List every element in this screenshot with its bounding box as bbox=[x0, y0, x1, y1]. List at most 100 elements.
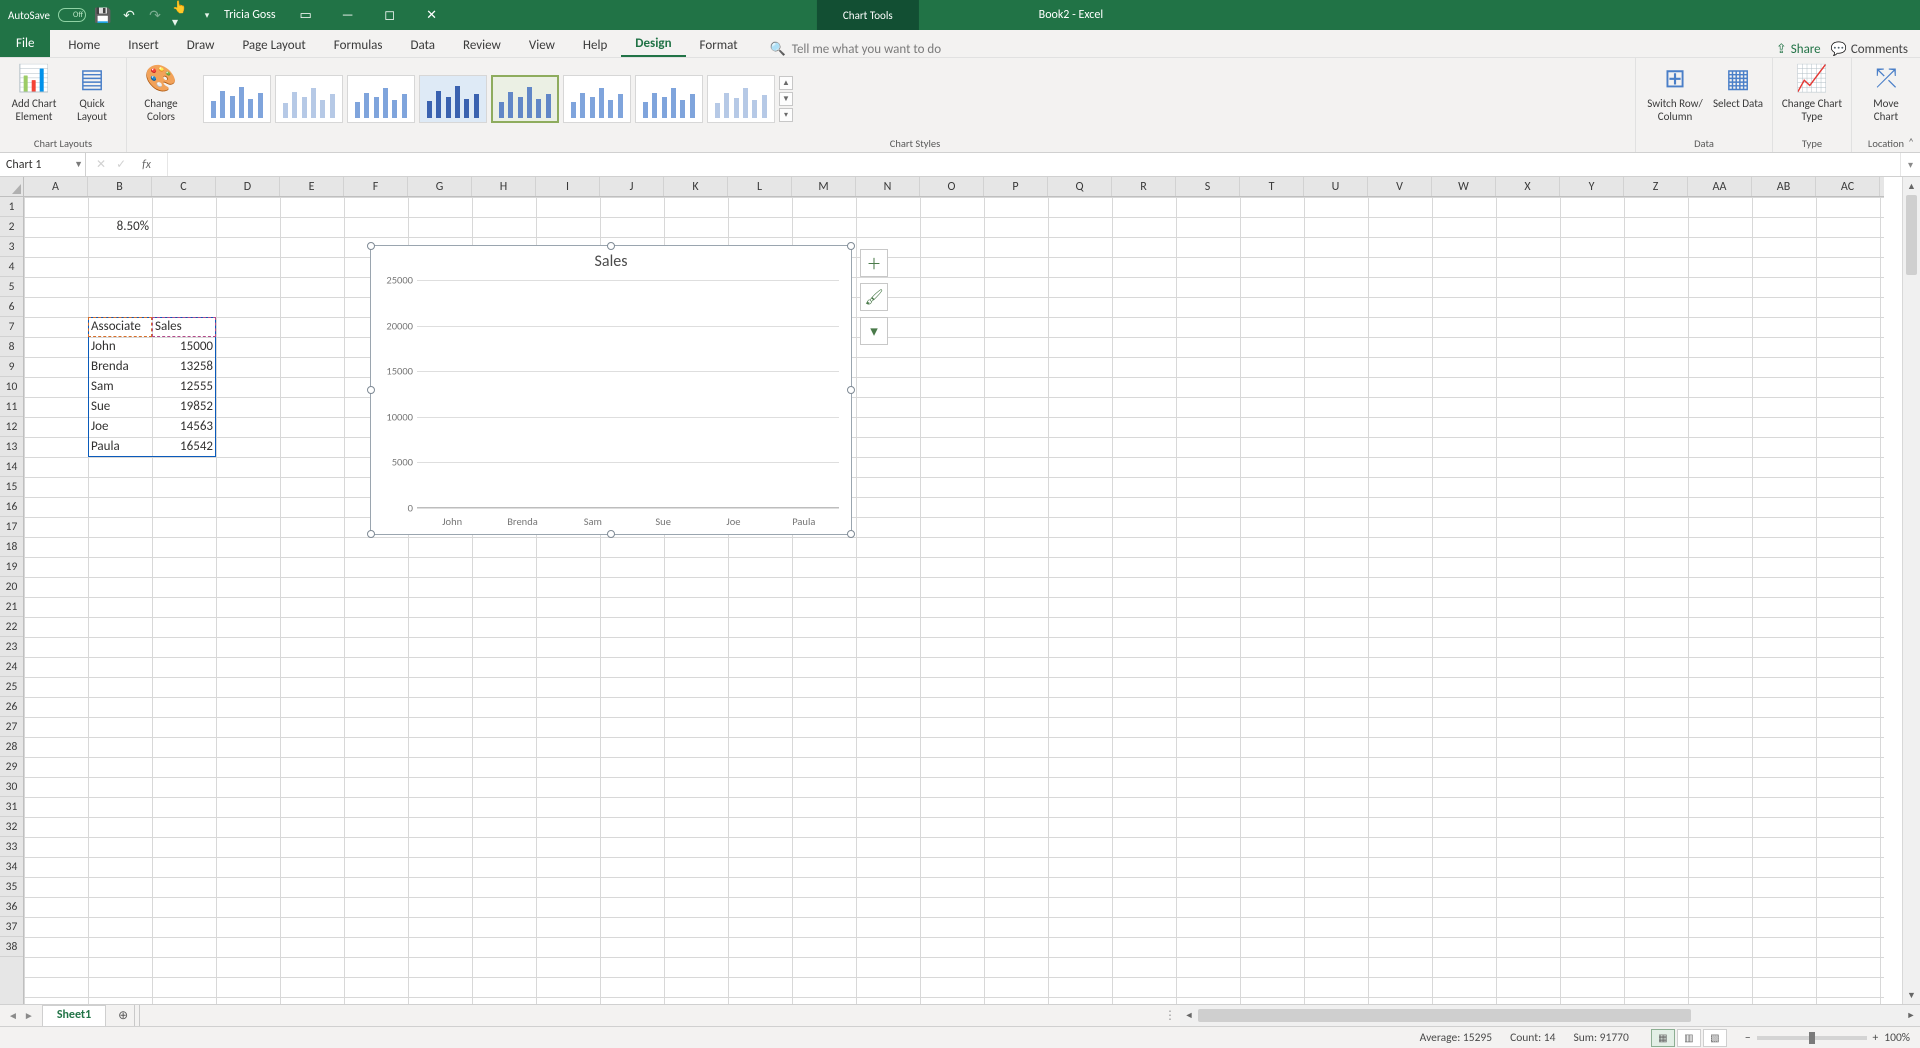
redo-icon[interactable]: ↷ bbox=[146, 6, 164, 24]
gallery-down-icon[interactable]: ▼ bbox=[779, 92, 793, 106]
column-header-N[interactable]: N bbox=[856, 177, 920, 196]
cell-B9[interactable]: Brenda bbox=[88, 357, 152, 377]
autosave-toggle[interactable]: Off bbox=[58, 8, 86, 22]
zoom-out-button[interactable]: − bbox=[1745, 1031, 1751, 1045]
view-normal-icon[interactable]: ▦ bbox=[1651, 1029, 1675, 1047]
tab-insert[interactable]: Insert bbox=[114, 32, 173, 57]
gallery-up-icon[interactable]: ▲ bbox=[779, 76, 793, 90]
switch-row-column-button[interactable]: ⊞ Switch Row/ Column bbox=[1644, 62, 1706, 123]
undo-icon[interactable]: ↶ bbox=[120, 6, 138, 24]
column-header-C[interactable]: C bbox=[152, 177, 216, 196]
chart-style-2[interactable] bbox=[275, 75, 343, 123]
prev-sheet-icon[interactable]: ◄ bbox=[8, 1009, 18, 1022]
row-header-23[interactable]: 23 bbox=[0, 637, 23, 657]
resize-handle-sw[interactable] bbox=[367, 530, 375, 538]
scroll-down-icon[interactable]: ▼ bbox=[1903, 986, 1920, 1004]
row-header-28[interactable]: 28 bbox=[0, 737, 23, 757]
collapse-ribbon-icon[interactable]: ˄ bbox=[1908, 136, 1914, 149]
add-chart-element-button[interactable]: 📊 Add Chart Element bbox=[8, 62, 60, 123]
chart-elements-button[interactable]: ＋ bbox=[860, 249, 888, 277]
close-icon[interactable]: ✕ bbox=[414, 0, 450, 30]
row-header-15[interactable]: 15 bbox=[0, 477, 23, 497]
row-header-16[interactable]: 16 bbox=[0, 497, 23, 517]
cell-B8[interactable]: John bbox=[88, 337, 152, 357]
view-page-layout-icon[interactable]: ▥ bbox=[1677, 1029, 1701, 1047]
resize-handle-s[interactable] bbox=[607, 530, 615, 538]
row-header-1[interactable]: 1 bbox=[0, 197, 23, 217]
cell-C13[interactable]: 16542 bbox=[152, 437, 216, 457]
row-header-30[interactable]: 30 bbox=[0, 777, 23, 797]
chart-style-4[interactable] bbox=[419, 75, 487, 123]
comments-button[interactable]: 💬Comments bbox=[1831, 42, 1908, 57]
row-header-17[interactable]: 17 bbox=[0, 517, 23, 537]
column-header-K[interactable]: K bbox=[664, 177, 728, 196]
chart-plot-area[interactable]: 0500010000150002000025000 bbox=[417, 280, 839, 508]
column-header-O[interactable]: O bbox=[920, 177, 984, 196]
column-header-F[interactable]: F bbox=[344, 177, 408, 196]
row-header-26[interactable]: 26 bbox=[0, 697, 23, 717]
resize-handle-w[interactable] bbox=[367, 386, 375, 394]
row-header-9[interactable]: 9 bbox=[0, 357, 23, 377]
resize-handle-e[interactable] bbox=[847, 386, 855, 394]
zoom-thumb[interactable] bbox=[1809, 1032, 1815, 1044]
select-data-button[interactable]: ▦ Select Data bbox=[1712, 62, 1764, 111]
zoom-in-button[interactable]: + bbox=[1873, 1031, 1879, 1045]
cell-C8[interactable]: 15000 bbox=[152, 337, 216, 357]
column-header-M[interactable]: M bbox=[792, 177, 856, 196]
zoom-slider[interactable] bbox=[1757, 1036, 1867, 1040]
cell-B10[interactable]: Sam bbox=[88, 377, 152, 397]
row-header-18[interactable]: 18 bbox=[0, 537, 23, 557]
name-box-dropdown-icon[interactable]: ▼ bbox=[74, 159, 83, 170]
sheet-tab-sheet1[interactable]: Sheet1 bbox=[42, 1005, 106, 1026]
share-button[interactable]: ⇪Share bbox=[1776, 42, 1821, 57]
tab-file[interactable]: File bbox=[0, 30, 50, 57]
tab-home[interactable]: Home bbox=[54, 32, 114, 57]
cancel-formula-icon[interactable]: ✕ bbox=[96, 157, 106, 172]
tab-format[interactable]: Format bbox=[686, 32, 752, 57]
expand-formula-bar-icon[interactable]: ▾ bbox=[1900, 153, 1920, 176]
row-header-3[interactable]: 3 bbox=[0, 237, 23, 257]
row-header-4[interactable]: 4 bbox=[0, 257, 23, 277]
column-headers[interactable]: ABCDEFGHIJKLMNOPQRSTUVWXYZAAABAC bbox=[24, 177, 1884, 197]
column-header-E[interactable]: E bbox=[280, 177, 344, 196]
cell-C10[interactable]: 12555 bbox=[152, 377, 216, 397]
column-header-G[interactable]: G bbox=[408, 177, 472, 196]
insert-function-icon[interactable]: fx bbox=[136, 158, 157, 172]
tab-view[interactable]: View bbox=[515, 32, 569, 57]
resize-handle-nw[interactable] bbox=[367, 242, 375, 250]
column-header-D[interactable]: D bbox=[216, 177, 280, 196]
hscroll-thumb[interactable] bbox=[1198, 1009, 1691, 1022]
vertical-scrollbar[interactable]: ▲ ▼ bbox=[1902, 177, 1920, 1004]
next-sheet-icon[interactable]: ► bbox=[24, 1009, 34, 1022]
row-header-8[interactable]: 8 bbox=[0, 337, 23, 357]
row-header-36[interactable]: 36 bbox=[0, 897, 23, 917]
row-header-7[interactable]: 7 bbox=[0, 317, 23, 337]
row-headers[interactable]: 1234567891011121314151617181920212223242… bbox=[0, 197, 24, 1004]
row-header-13[interactable]: 13 bbox=[0, 437, 23, 457]
column-header-Q[interactable]: Q bbox=[1048, 177, 1112, 196]
column-header-A[interactable]: A bbox=[24, 177, 88, 196]
row-header-2[interactable]: 2 bbox=[0, 217, 23, 237]
column-header-AB[interactable]: AB bbox=[1752, 177, 1816, 196]
touch-mode-icon[interactable]: 👆▾ bbox=[172, 6, 190, 24]
name-box[interactable]: Chart 1 ▼ bbox=[0, 153, 86, 176]
enter-formula-icon[interactable]: ✓ bbox=[116, 157, 126, 172]
select-all-corner[interactable] bbox=[0, 177, 24, 197]
resize-handle-ne[interactable] bbox=[847, 242, 855, 250]
qat-customize-icon[interactable]: ▾ bbox=[198, 6, 216, 24]
column-header-H[interactable]: H bbox=[472, 177, 536, 196]
column-header-AA[interactable]: AA bbox=[1688, 177, 1752, 196]
tab-formulas[interactable]: Formulas bbox=[320, 32, 397, 57]
ribbon-display-options-icon[interactable]: ▭ bbox=[288, 0, 324, 30]
column-header-T[interactable]: T bbox=[1240, 177, 1304, 196]
row-header-5[interactable]: 5 bbox=[0, 277, 23, 297]
chart-style-3[interactable] bbox=[347, 75, 415, 123]
row-header-27[interactable]: 27 bbox=[0, 717, 23, 737]
cell-B13[interactable]: Paula bbox=[88, 437, 152, 457]
column-header-L[interactable]: L bbox=[728, 177, 792, 196]
chart-style-6[interactable] bbox=[563, 75, 631, 123]
minimize-icon[interactable]: — bbox=[330, 0, 366, 30]
column-header-V[interactable]: V bbox=[1368, 177, 1432, 196]
column-header-B[interactable]: B bbox=[88, 177, 152, 196]
tab-data[interactable]: Data bbox=[397, 32, 450, 57]
